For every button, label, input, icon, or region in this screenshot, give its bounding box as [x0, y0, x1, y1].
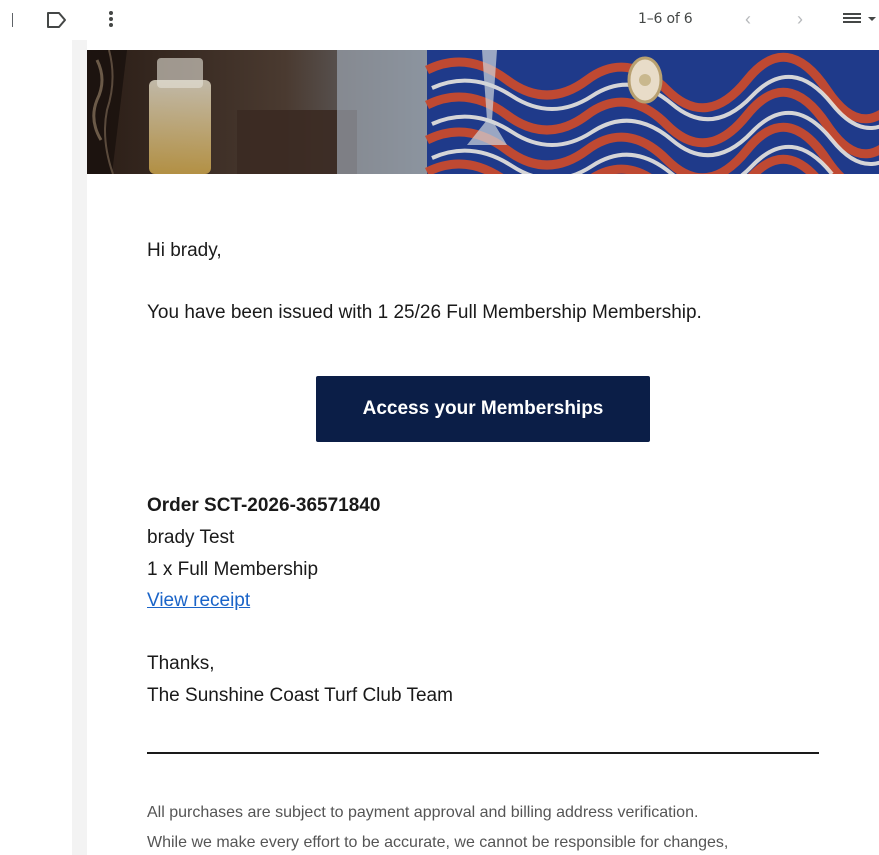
email-body: Hi brady, You have been issued with 1 25… — [87, 50, 879, 855]
density-icon[interactable] — [843, 13, 861, 27]
disclaimer-line-2: While we make every effort to be accurat… — [147, 834, 729, 851]
more-vert-icon[interactable] — [104, 8, 118, 30]
hero-image — [87, 50, 879, 174]
team-signature: The Sunshine Coast Turf Club Team — [147, 685, 453, 706]
order-customer-name: brady Test — [147, 527, 235, 548]
view-receipt-link[interactable]: View receipt — [147, 590, 250, 612]
density-caret-icon[interactable] — [868, 17, 876, 21]
email-toolbar: 1–6 of 6 ‹ › — [0, 0, 879, 40]
pagination-count: 1–6 of 6 — [638, 11, 693, 27]
reading-pane-gutter — [72, 40, 87, 855]
signoff-text: Thanks, — [147, 653, 215, 674]
chevron-left-icon[interactable]: ‹ — [738, 8, 758, 30]
toolbar-divider — [12, 13, 13, 27]
order-item: 1 x Full Membership — [147, 559, 319, 580]
membership-issued-text: You have been issued with 1 25/26 Full M… — [147, 302, 702, 323]
greeting-text: Hi brady, — [147, 240, 222, 261]
label-icon[interactable] — [46, 10, 68, 30]
divider — [147, 752, 819, 754]
access-memberships-button[interactable]: Access your Memberships — [316, 376, 650, 442]
disclaimer-line-1: All purchases are subject to payment app… — [147, 804, 699, 821]
order-number: Order SCT-2026-36571840 — [147, 495, 381, 516]
chevron-right-icon[interactable]: › — [790, 8, 810, 30]
